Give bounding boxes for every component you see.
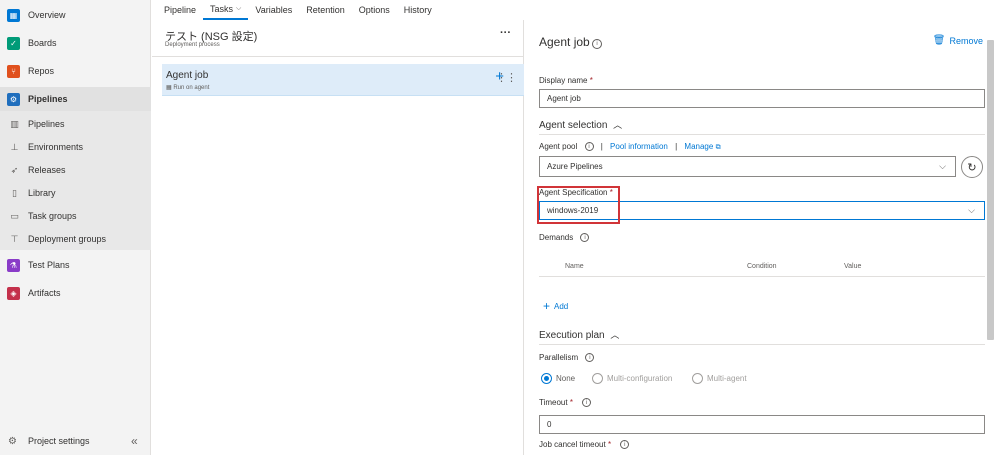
nav-sub-releases[interactable]: ➶ Releases (0, 158, 151, 182)
display-name-input[interactable]: Agent job (539, 89, 985, 108)
nav-boards[interactable]: ✓ Boards (0, 31, 151, 55)
left-navigation: ▦ Overview ✓ Boards ⑂ Repos ⚙ Pipelines … (0, 0, 151, 455)
manage-link[interactable]: Manage (684, 142, 713, 151)
process-pane: テスト (NSG 設定) Deployment process ··· Agen… (152, 20, 524, 455)
nav-sub-deployment-groups[interactable]: ⊤ Deployment groups (0, 227, 151, 251)
col-name: Name (565, 263, 584, 270)
tab-bar: Pipeline Tasks ⌵ Variables Retention Opt… (152, 0, 1000, 20)
project-settings[interactable]: ⚙ Project settings « (0, 427, 151, 455)
nav-sub-library[interactable]: ▯ Library (0, 181, 151, 205)
timeout-label: Timeout * i (539, 398, 592, 408)
display-name-label: Display name * (539, 76, 593, 85)
info-icon[interactable]: i (580, 233, 590, 243)
deployment-group-icon: ⊤ (10, 233, 19, 244)
radio-icon (692, 373, 703, 384)
rocket-icon: ➶ (10, 164, 19, 175)
nav-repos[interactable]: ⑂ Repos (0, 59, 151, 83)
external-link-icon: ⧉ (715, 144, 721, 151)
agent-selection-header[interactable]: Agent selection ︿ (539, 118, 622, 131)
radio-icon (592, 373, 603, 384)
remove-button[interactable]: 🗑 Remove (933, 35, 983, 46)
gear-icon: ⚙ (8, 435, 17, 447)
nav-sub-pipelines[interactable]: ▥ Pipelines (0, 112, 151, 136)
highlight-box (537, 186, 620, 224)
bar-chart-icon: ▥ (10, 118, 19, 129)
nav-sub-environments[interactable]: ⊥ Environments (0, 135, 151, 159)
collapse-icon[interactable]: « (131, 434, 138, 448)
agent-job-item[interactable]: Agent job ▦ Run on agent + ⋮⋮ (162, 64, 524, 96)
info-icon[interactable]: i (582, 398, 592, 408)
parallelism-label: Parallelism i (539, 353, 595, 363)
job-subtitle: ▦ Run on agent (166, 85, 210, 91)
col-value: Value (844, 263, 862, 270)
nav-test-plans[interactable]: ⚗ Test Plans (0, 253, 151, 277)
col-condition: Condition (747, 263, 777, 270)
trash-icon: 🗑 (932, 35, 946, 46)
boards-icon: ✓ (7, 36, 20, 50)
info-icon[interactable]: i (592, 35, 602, 53)
chevron-down-icon: ⌵ (968, 205, 975, 215)
chevron-down-icon: ⌵ (939, 161, 946, 171)
demands-label: Demands i (539, 233, 590, 243)
tab-history[interactable]: History (397, 0, 439, 20)
repos-icon: ⑂ (7, 64, 20, 78)
process-header[interactable]: テスト (NSG 設定) Deployment process ··· (152, 20, 524, 57)
artifacts-icon: ◈ (7, 286, 20, 300)
info-icon[interactable]: i (584, 142, 594, 152)
tab-tasks[interactable]: Tasks ⌵ (203, 0, 249, 20)
process-subtitle: Deployment process (165, 42, 220, 48)
panel-title: Agent job (539, 35, 590, 49)
radio-multi-configuration[interactable]: Multi-configuration (592, 373, 672, 384)
add-demand-button[interactable]: + Add (543, 299, 568, 313)
timeout-input[interactable]: 0 (539, 415, 985, 434)
divider (539, 134, 985, 135)
info-icon[interactable]: i (585, 353, 595, 363)
pool-information-link[interactable]: Pool information (610, 142, 668, 151)
nav-pipelines[interactable]: ⚙ Pipelines (0, 87, 151, 111)
divider (539, 276, 985, 277)
info-icon[interactable]: i (620, 440, 630, 450)
execution-plan-header[interactable]: Execution plan ︿ (539, 328, 619, 341)
job-cancel-timeout-label: Job cancel timeout * i (539, 440, 630, 450)
chevron-down-icon: ⌵ (236, 5, 242, 12)
nav-sub-task-groups[interactable]: ▭ Task groups (0, 204, 151, 228)
radio-multi-agent[interactable]: Multi-agent (692, 373, 747, 384)
library-icon: ▯ (12, 187, 17, 198)
agent-icon: ▦ (166, 85, 172, 91)
chevron-up-icon: ︿ (613, 120, 623, 130)
tab-pipeline[interactable]: Pipeline (157, 0, 203, 20)
overview-icon: ▦ (7, 8, 20, 22)
chevron-up-icon: ︿ (610, 330, 620, 340)
test-plans-icon: ⚗ (7, 258, 20, 272)
agent-pool-label: Agent pool i | Pool information | Manage… (539, 142, 721, 152)
nav-artifacts[interactable]: ◈ Artifacts (0, 281, 151, 305)
more-icon[interactable]: ··· (500, 27, 511, 39)
scrollbar[interactable] (987, 40, 994, 340)
agent-pool-select[interactable]: Azure Pipelines ⌵ (539, 156, 956, 177)
tab-retention[interactable]: Retention (299, 0, 352, 20)
divider (539, 344, 985, 345)
nav-overview[interactable]: ▦ Overview (0, 3, 151, 27)
pipelines-icon: ⚙ (7, 92, 20, 106)
environment-icon: ⊥ (10, 141, 19, 152)
tab-variables[interactable]: Variables (248, 0, 299, 20)
tab-options[interactable]: Options (352, 0, 397, 20)
drag-handle-icon[interactable]: ⋮⋮ (496, 71, 517, 84)
refresh-icon[interactable]: ↻ (961, 156, 983, 178)
plus-icon: + (543, 299, 551, 313)
task-group-icon: ▭ (10, 210, 19, 221)
job-settings-panel: Agent job i 🗑 Remove Display name * Agen… (525, 20, 1000, 455)
radio-selected-icon (541, 373, 552, 384)
job-title: Agent job (166, 70, 209, 81)
radio-none[interactable]: None (541, 373, 575, 384)
